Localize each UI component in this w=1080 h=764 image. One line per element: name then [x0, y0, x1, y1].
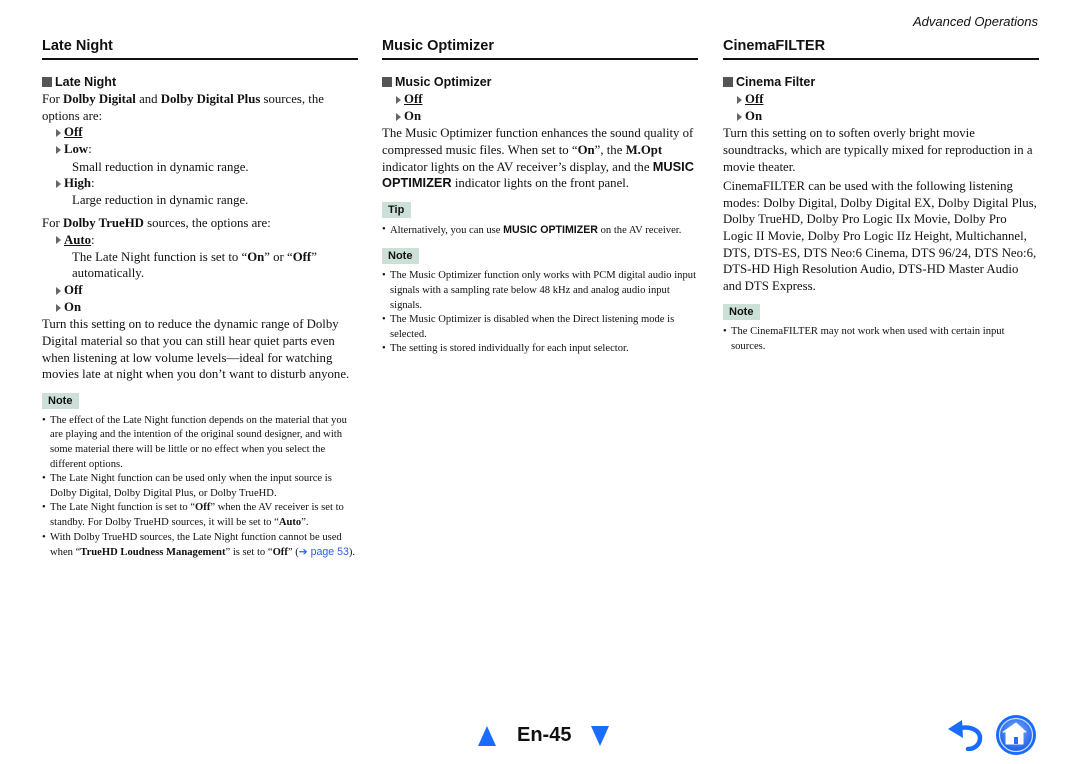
tip-badge: Tip [382, 201, 412, 218]
note-item: The Late Night function is set to “Off” … [42, 501, 358, 530]
note-item: The setting is stored individually for e… [382, 342, 698, 357]
page-navigation: En-45 [478, 724, 610, 747]
music-optimizer-title: Music Optimizer [382, 38, 698, 60]
cinema-filter-body-1: Turn this setting on to soften overly br… [723, 126, 1033, 174]
late-night-intro: For Dolby Digital and Dolby Digital Plus… [42, 92, 324, 123]
cinema-filter-notes: The CinemaFILTER may not work when used … [723, 325, 1039, 354]
triangle-bullet-icon [737, 112, 742, 121]
option-on: On [737, 108, 1039, 125]
option-low-desc: Small reduction in dynamic range. [72, 159, 249, 174]
note-badge: Note [42, 392, 80, 409]
option-high-desc: Large reduction in dynamic range. [72, 193, 249, 208]
cinema-filter-body-2: CinemaFILTER can be used with the follow… [723, 179, 1037, 293]
music-optimizer-subtitle-text: Music Optimizer [395, 75, 492, 89]
late-night-subtitle: Late Night [42, 74, 358, 90]
music-optimizer-section: Music Optimizer Music Optimizer Off On T… [382, 38, 698, 357]
note-item: The Late Night function can be used only… [42, 472, 358, 501]
page-number: En-45 [517, 724, 572, 746]
option-auto-desc: The Late Night function is set to “On” o… [72, 249, 317, 281]
truehd-intro: For Dolby TrueHD sources, the options ar… [42, 215, 271, 230]
music-optimizer-body: The Music Optimizer function enhances th… [382, 126, 694, 191]
late-night-subtitle-text: Late Night [55, 75, 117, 89]
triangle-down-icon[interactable] [591, 725, 610, 746]
note-badge: Note [723, 304, 761, 321]
option-on: On [396, 108, 698, 125]
option-off-truehd: Off [56, 282, 358, 299]
square-bullet-icon [42, 77, 52, 87]
option-off: Off [396, 91, 698, 108]
music-optimizer-tips: Alternatively, you can use MUSIC OPTIMIZ… [382, 223, 698, 239]
triangle-bullet-icon [56, 179, 61, 188]
triangle-bullet-icon [396, 95, 401, 104]
triangle-bullet-icon [56, 236, 61, 245]
triangle-up-icon[interactable] [478, 725, 496, 746]
option-on-truehd: On [56, 299, 358, 316]
triangle-bullet-icon [56, 303, 61, 312]
cinema-filter-title: CinemaFILTER [723, 38, 1039, 60]
option-off: Off [56, 124, 358, 141]
note-item: With Dolby TrueHD sources, the Late Nigh… [42, 531, 358, 561]
triangle-bullet-icon [56, 128, 61, 137]
music-optimizer-notes: The Music Optimizer function only works … [382, 269, 698, 357]
square-bullet-icon [723, 77, 733, 87]
note-item: The effect of the Late Night function de… [42, 414, 358, 472]
note-item: The Music Optimizer is disabled when the… [382, 313, 698, 342]
late-night-section: Late Night Late Night For Dolby Digital … [42, 38, 358, 561]
late-night-body: Turn this setting on to reduce the dynam… [42, 317, 350, 382]
cinema-filter-subtitle-text: Cinema Filter [736, 75, 816, 89]
note-item: The CinemaFILTER may not work when used … [723, 325, 1039, 354]
square-bullet-icon [382, 77, 392, 87]
triangle-bullet-icon [56, 145, 61, 154]
option-high: High: [56, 175, 358, 192]
triangle-bullet-icon [396, 112, 401, 121]
section-header: Advanced Operations [912, 14, 1038, 29]
cinema-filter-section: CinemaFILTER Cinema Filter Off On Turn t… [723, 38, 1039, 355]
back-button[interactable] [946, 719, 984, 752]
triangle-bullet-icon [56, 286, 61, 295]
home-button[interactable] [995, 714, 1037, 756]
cinema-filter-subtitle: Cinema Filter [723, 74, 1039, 90]
option-off: Off [737, 91, 1039, 108]
late-night-title: Late Night [42, 38, 358, 60]
tip-item: Alternatively, you can use MUSIC OPTIMIZ… [382, 223, 698, 239]
triangle-bullet-icon [737, 95, 742, 104]
return-arrow-icon [948, 720, 983, 752]
late-night-notes: The effect of the Late Night function de… [42, 414, 358, 561]
note-item: The Music Optimizer function only works … [382, 269, 698, 313]
note-badge: Note [382, 248, 420, 265]
home-icon [996, 715, 1036, 755]
option-low: Low: [56, 141, 358, 158]
page-53-link[interactable]: ➔ page 53 [299, 546, 349, 558]
option-auto: Auto: [56, 232, 358, 249]
music-optimizer-subtitle: Music Optimizer [382, 74, 698, 90]
